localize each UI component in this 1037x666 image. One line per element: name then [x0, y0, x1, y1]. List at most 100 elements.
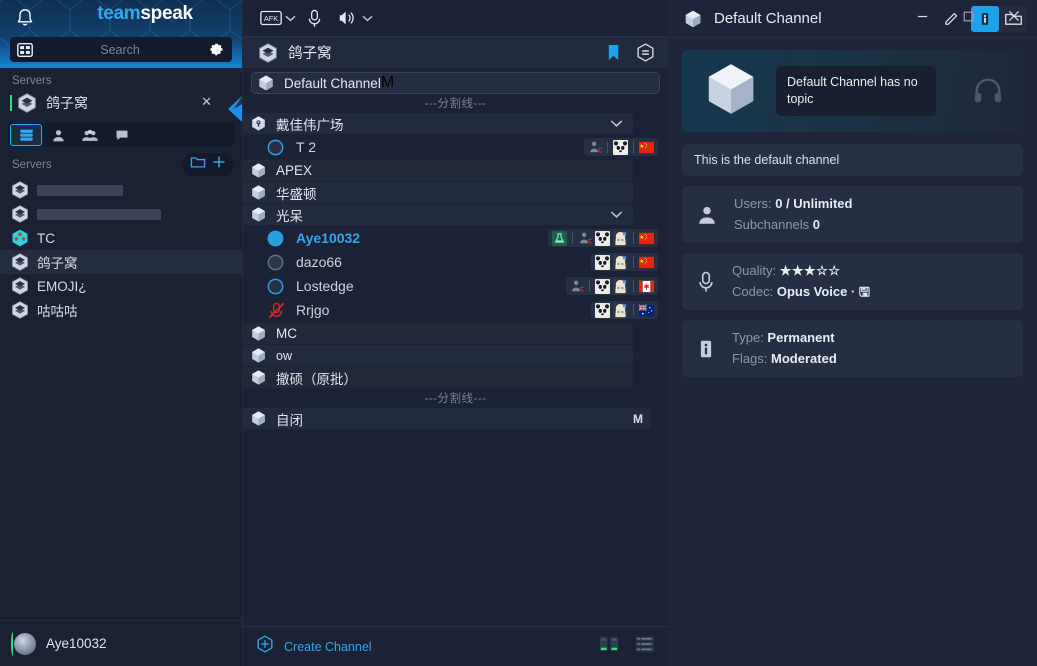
- list-item[interactable]: 咕咕咕: [0, 298, 242, 322]
- plus-hexagon-icon[interactable]: [255, 634, 275, 659]
- channel-row[interactable]: 自闭 M: [243, 408, 651, 429]
- folder-icon[interactable]: [190, 155, 206, 174]
- channel-label: ow: [276, 348, 292, 363]
- list-item[interactable]: [0, 178, 242, 202]
- anime-avatar: [613, 230, 628, 246]
- speaker-button[interactable]: [337, 8, 373, 28]
- user-badges: C: [566, 277, 658, 295]
- list-view-icon[interactable]: [634, 634, 656, 659]
- server-list-icon: [19, 129, 33, 141]
- server-icon: [12, 181, 28, 199]
- create-channel-link[interactable]: Create Channel: [284, 640, 372, 654]
- window-controls: [899, 0, 1037, 32]
- channel-divider: ---分割线---: [243, 389, 668, 407]
- list-item[interactable]: EMOJI¿: [0, 274, 242, 298]
- channel-row[interactable]: 戴佳伟广场: [243, 113, 633, 134]
- server-icon: [18, 93, 36, 113]
- channel-info-panel: Default Channel Default Channel has no t…: [668, 0, 1037, 666]
- flag-cn: [639, 141, 654, 153]
- search-input[interactable]: [39, 42, 201, 57]
- channel-label: 自闭: [276, 412, 303, 428]
- redacted-server-name: [37, 184, 123, 196]
- server-icon: [12, 253, 28, 271]
- chevron-down-icon[interactable]: [285, 14, 296, 23]
- minimize-icon: [917, 15, 927, 17]
- svg-text:AFK: AFK: [264, 14, 278, 23]
- channel-row[interactable]: 撤硕（原批）: [243, 367, 633, 388]
- plus-icon[interactable]: [212, 155, 226, 174]
- channel-divider: ---分割线---: [243, 94, 668, 112]
- user-name: T 2: [296, 139, 316, 155]
- subchannels-value: 0: [812, 216, 821, 232]
- client-c-icon: C: [590, 141, 602, 154]
- sidebar-item-chats[interactable]: [106, 124, 138, 146]
- client-c-icon: C: [580, 232, 592, 245]
- chevron-down-icon[interactable]: [362, 14, 373, 23]
- server-list: TC 鸽子窝 EMOJI¿ 咕咕咕: [0, 178, 242, 620]
- type-key: Type:: [732, 330, 764, 346]
- minimize-button[interactable]: [899, 0, 945, 32]
- current-server-name: 鸽子窝: [46, 95, 88, 111]
- anime-avatar: [613, 302, 628, 318]
- close-icon[interactable]: ✕: [201, 94, 212, 110]
- channel-row[interactable]: MC: [243, 323, 633, 344]
- column-view-icon[interactable]: [598, 634, 620, 659]
- bell-icon[interactable]: [14, 7, 36, 29]
- channel-row-selected[interactable]: Default Channel M: [251, 72, 660, 94]
- users-value: 0 / Unlimited: [775, 196, 853, 212]
- server-info-icon[interactable]: [635, 42, 656, 63]
- divider-label: ---分割线---: [424, 393, 487, 405]
- chevron-down-icon[interactable]: [610, 115, 623, 133]
- person-icon: [52, 129, 64, 141]
- user-row[interactable]: dazo66: [243, 250, 668, 274]
- server-icon: [12, 205, 28, 223]
- list-item[interactable]: [0, 202, 242, 226]
- panda-avatar: [595, 254, 610, 270]
- avatar[interactable]: [11, 631, 36, 656]
- sidebar-item-groups[interactable]: [74, 124, 106, 146]
- panda-avatar: [595, 278, 610, 294]
- chat-bubble-icon: [116, 130, 128, 140]
- list-item-label: 咕咕咕: [37, 304, 78, 319]
- afk-button[interactable]: AFK: [259, 8, 296, 28]
- badge-separator: [633, 280, 634, 292]
- branding-header: teamspeak: [0, 0, 242, 68]
- gear-icon[interactable]: [201, 41, 232, 58]
- maximize-icon: [963, 11, 973, 21]
- layout-grid-icon[interactable]: [10, 41, 40, 59]
- user-row[interactable]: Rrjgo: [243, 298, 668, 322]
- user-row[interactable]: Lostedge C: [243, 274, 668, 298]
- server-banner-name: 鸽子窝: [288, 46, 332, 62]
- sidebar-resize-handle[interactable]: [228, 96, 242, 122]
- user-row[interactable]: Aye10032 C: [243, 226, 668, 250]
- bookmark-icon[interactable]: [606, 43, 621, 62]
- quality-key: Quality:: [732, 263, 777, 279]
- channel-row[interactable]: ow: [243, 345, 633, 366]
- current-server-row[interactable]: 鸽子窝 ✕: [0, 89, 242, 117]
- channel-row[interactable]: 华盛顿: [243, 182, 633, 203]
- sidebar-item-servers[interactable]: [10, 124, 42, 146]
- close-button[interactable]: [991, 0, 1037, 32]
- user-status-talking-icon: [267, 230, 284, 246]
- users-key: Users:: [734, 196, 772, 212]
- search-bar[interactable]: [10, 37, 232, 62]
- channel-label: 华盛顿: [276, 186, 317, 202]
- channel-row[interactable]: APEX: [243, 160, 633, 181]
- list-item[interactable]: TC: [0, 226, 242, 250]
- channel-row[interactable]: 光呆: [243, 204, 633, 225]
- maximize-button[interactable]: [945, 0, 991, 32]
- chevron-down-icon[interactable]: [610, 206, 623, 224]
- anime-avatar: [613, 278, 628, 294]
- user-status-away-icon: [267, 278, 284, 294]
- info-icon: [700, 340, 712, 357]
- user-row[interactable]: T 2 C: [243, 135, 668, 159]
- microphone-button[interactable]: [306, 8, 323, 29]
- sidebar-item-contacts[interactable]: [42, 124, 74, 146]
- list-item-selected[interactable]: 鸽子窝: [0, 250, 242, 274]
- channel-cube-icon: [259, 75, 273, 91]
- user-badges: [591, 253, 658, 271]
- badge-separator: [572, 232, 573, 244]
- panda-avatar: [595, 302, 610, 318]
- sidebar-footer[interactable]: Aye10032: [0, 620, 242, 666]
- channel-users-card: Users: 0 / Unlimited Subchannels 0: [682, 186, 1023, 243]
